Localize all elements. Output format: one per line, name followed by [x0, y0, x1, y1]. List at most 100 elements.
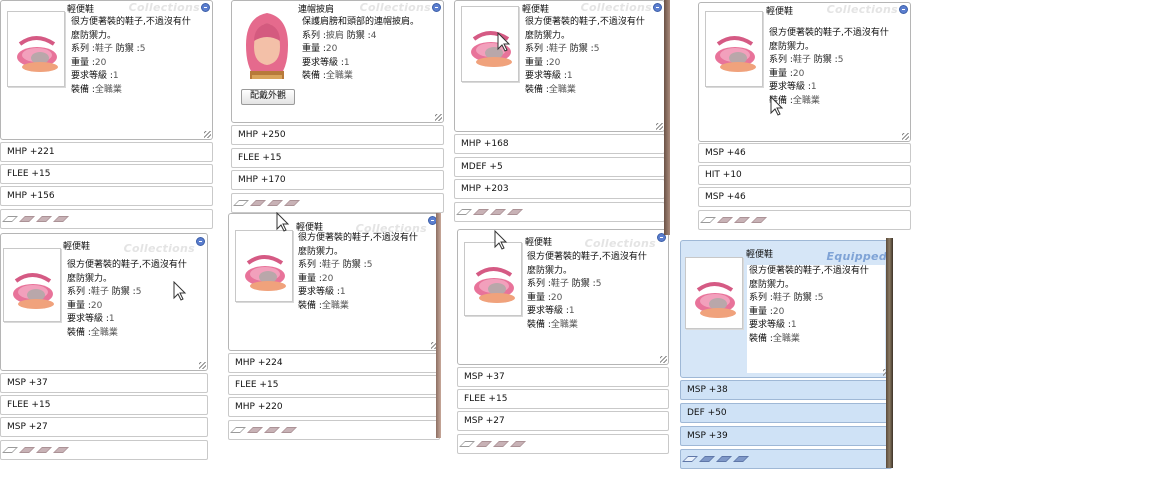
req-level-label: 要求等級 :: [302, 57, 344, 68]
series-label: 系列 :: [71, 44, 95, 55]
weight-value: 20: [792, 68, 805, 79]
series-label: 系列 :: [749, 293, 773, 304]
slot-gem-icon: [284, 200, 300, 206]
title-bar[interactable]: 輕便鞋 Collections: [1, 234, 207, 255]
item-description: 很方便著裝的鞋子,不過沒有什 麼防禦力。 系列 :鞋子 防禦 :5 重量 :20…: [298, 232, 438, 314]
stat-row: MSP +46: [698, 143, 911, 163]
stat-row: MSP +37: [0, 373, 208, 393]
resize-handle[interactable]: [199, 362, 206, 369]
defense-label: 防禦 :: [793, 293, 818, 304]
slot-gem-icon: [700, 217, 716, 223]
close-icon[interactable]: [432, 3, 441, 12]
item-info-panel: 輕便鞋 Collections 很方便著裝的鞋子,不過沒有什 麼防禦力。 系列 …: [454, 0, 665, 132]
item-image: [7, 11, 65, 87]
defense-value: 5: [595, 279, 602, 290]
stat-row: MSP +46: [698, 187, 911, 207]
req-level-value: 1: [112, 71, 119, 82]
equip-value: 全職業: [94, 84, 122, 95]
weight-value: 20: [325, 44, 338, 55]
resize-handle[interactable]: [435, 114, 442, 121]
resize-handle[interactable]: [902, 133, 909, 140]
slot-gem-icon: [493, 441, 509, 447]
slot-gem-icon: [2, 447, 18, 453]
slot-gem-icon: [267, 200, 283, 206]
item-info-panel: 輕便鞋 Collections 很方便著裝的鞋子,不過沒有什 麼防禦力。 系列 …: [698, 2, 911, 142]
slot-gem-icon: [510, 441, 526, 447]
stat-row: HIT +10: [698, 165, 911, 185]
equip-label: 裝備 :: [525, 84, 549, 95]
shoe-icon: [245, 255, 286, 291]
slot-gem-icon: [751, 217, 767, 223]
equip-label: 裝備 :: [749, 333, 773, 344]
shoe-icon: [17, 36, 58, 72]
cursor-icon: [770, 96, 784, 116]
card-slots: [0, 440, 208, 460]
weight-label: 重量 :: [302, 44, 326, 55]
resize-handle[interactable]: [660, 356, 667, 363]
stat-row: MSP +39: [680, 426, 892, 446]
description-line: 很方便著裝的鞋子,不過沒有什: [298, 233, 418, 243]
shoe-icon: [715, 36, 756, 72]
weight-label: 重量 :: [769, 68, 793, 79]
description-line: 麼防禦力。: [298, 246, 344, 257]
weight-label: 重量 :: [749, 306, 773, 317]
collections-watermark: Collections: [580, 1, 652, 14]
defense-label: 防禦 :: [813, 55, 838, 66]
collections-watermark: Collections: [128, 1, 200, 14]
equip-value: 全職業: [772, 333, 800, 344]
series-label: 系列 :: [769, 55, 793, 66]
req-level-label: 要求等級 :: [525, 71, 567, 82]
close-icon[interactable]: [201, 3, 210, 12]
slot-gem-icon: [264, 427, 280, 433]
equip-value: 全職業: [548, 84, 576, 95]
description-line: 很方便著裝的鞋子,不過沒有什: [71, 17, 191, 27]
collections-watermark: Collections: [826, 3, 898, 16]
close-icon[interactable]: [653, 3, 662, 12]
equip-value: 全職業: [325, 71, 353, 82]
slot-gem-icon: [476, 441, 492, 447]
close-icon[interactable]: [196, 237, 205, 246]
close-icon[interactable]: [899, 5, 908, 14]
series-label: 系列 :: [67, 287, 91, 298]
show-costume-button[interactable]: 配戴外觀: [241, 89, 295, 105]
equipped-label: Equipped: [826, 250, 887, 263]
stat-row: MHP +203: [454, 179, 665, 199]
slot-gem-icon: [36, 216, 52, 222]
slot-gem-icon: [19, 216, 35, 222]
weight-value: 20: [550, 292, 563, 303]
edge-strip: [664, 0, 670, 235]
slot-gem-icon: [456, 209, 472, 215]
stat-row: MHP +250: [231, 125, 444, 145]
series-value: 鞋子: [548, 44, 567, 55]
item-info-panel: 輕便鞋 Equipped 很方便著裝的鞋子,不過沒有什 麼防禦力。 系列 :鞋子…: [680, 240, 892, 378]
weight-label: 重量 :: [298, 273, 322, 284]
collections-watermark: Collections: [123, 242, 195, 255]
slot-gem-icon: [2, 216, 18, 222]
resize-handle[interactable]: [204, 131, 211, 138]
slot-gem-icon: [247, 427, 263, 433]
title-bar[interactable]: 輕便鞋 Equipped: [681, 241, 891, 263]
resize-handle[interactable]: [656, 123, 663, 130]
series-value: 鞋子: [90, 287, 109, 298]
item-image: [235, 230, 293, 302]
defense-value: 5: [593, 44, 600, 55]
item-info-panel: 連帽披肩 Collections 配戴外觀 保護肩膀和頭部的連帽披肩。 系列 :…: [231, 0, 444, 123]
item-name: 輕便鞋: [525, 238, 553, 248]
weight-label: 重量 :: [527, 292, 551, 303]
stat-row: MDEF +5: [454, 157, 665, 177]
item-description: 很方便著裝的鞋子,不過沒有什 麼防禦力。 系列 :鞋子 防禦 :5 重量 :20…: [527, 251, 667, 333]
req-level-value: 1: [790, 320, 797, 331]
card-slots: [454, 202, 665, 222]
item-description: 很方便著裝的鞋子,不過沒有什 麼防禦力。 系列 :鞋子 防禦 :5 重量 :20…: [769, 27, 909, 109]
weight-value: 20: [94, 57, 107, 68]
title-bar[interactable]: 輕便鞋 Collections: [229, 214, 439, 235]
equip-label: 裝備 :: [527, 319, 551, 330]
slot-gem-icon: [233, 200, 249, 206]
weight-label: 重量 :: [525, 57, 549, 68]
stat-row: MSP +27: [457, 411, 669, 431]
equip-label: 裝備 :: [298, 300, 322, 311]
description-line: 很方便著裝的鞋子,不過沒有什: [525, 17, 645, 27]
cursor-icon: [494, 230, 508, 250]
req-level-label: 要求等級 :: [67, 314, 109, 325]
shoe-icon: [474, 267, 515, 303]
